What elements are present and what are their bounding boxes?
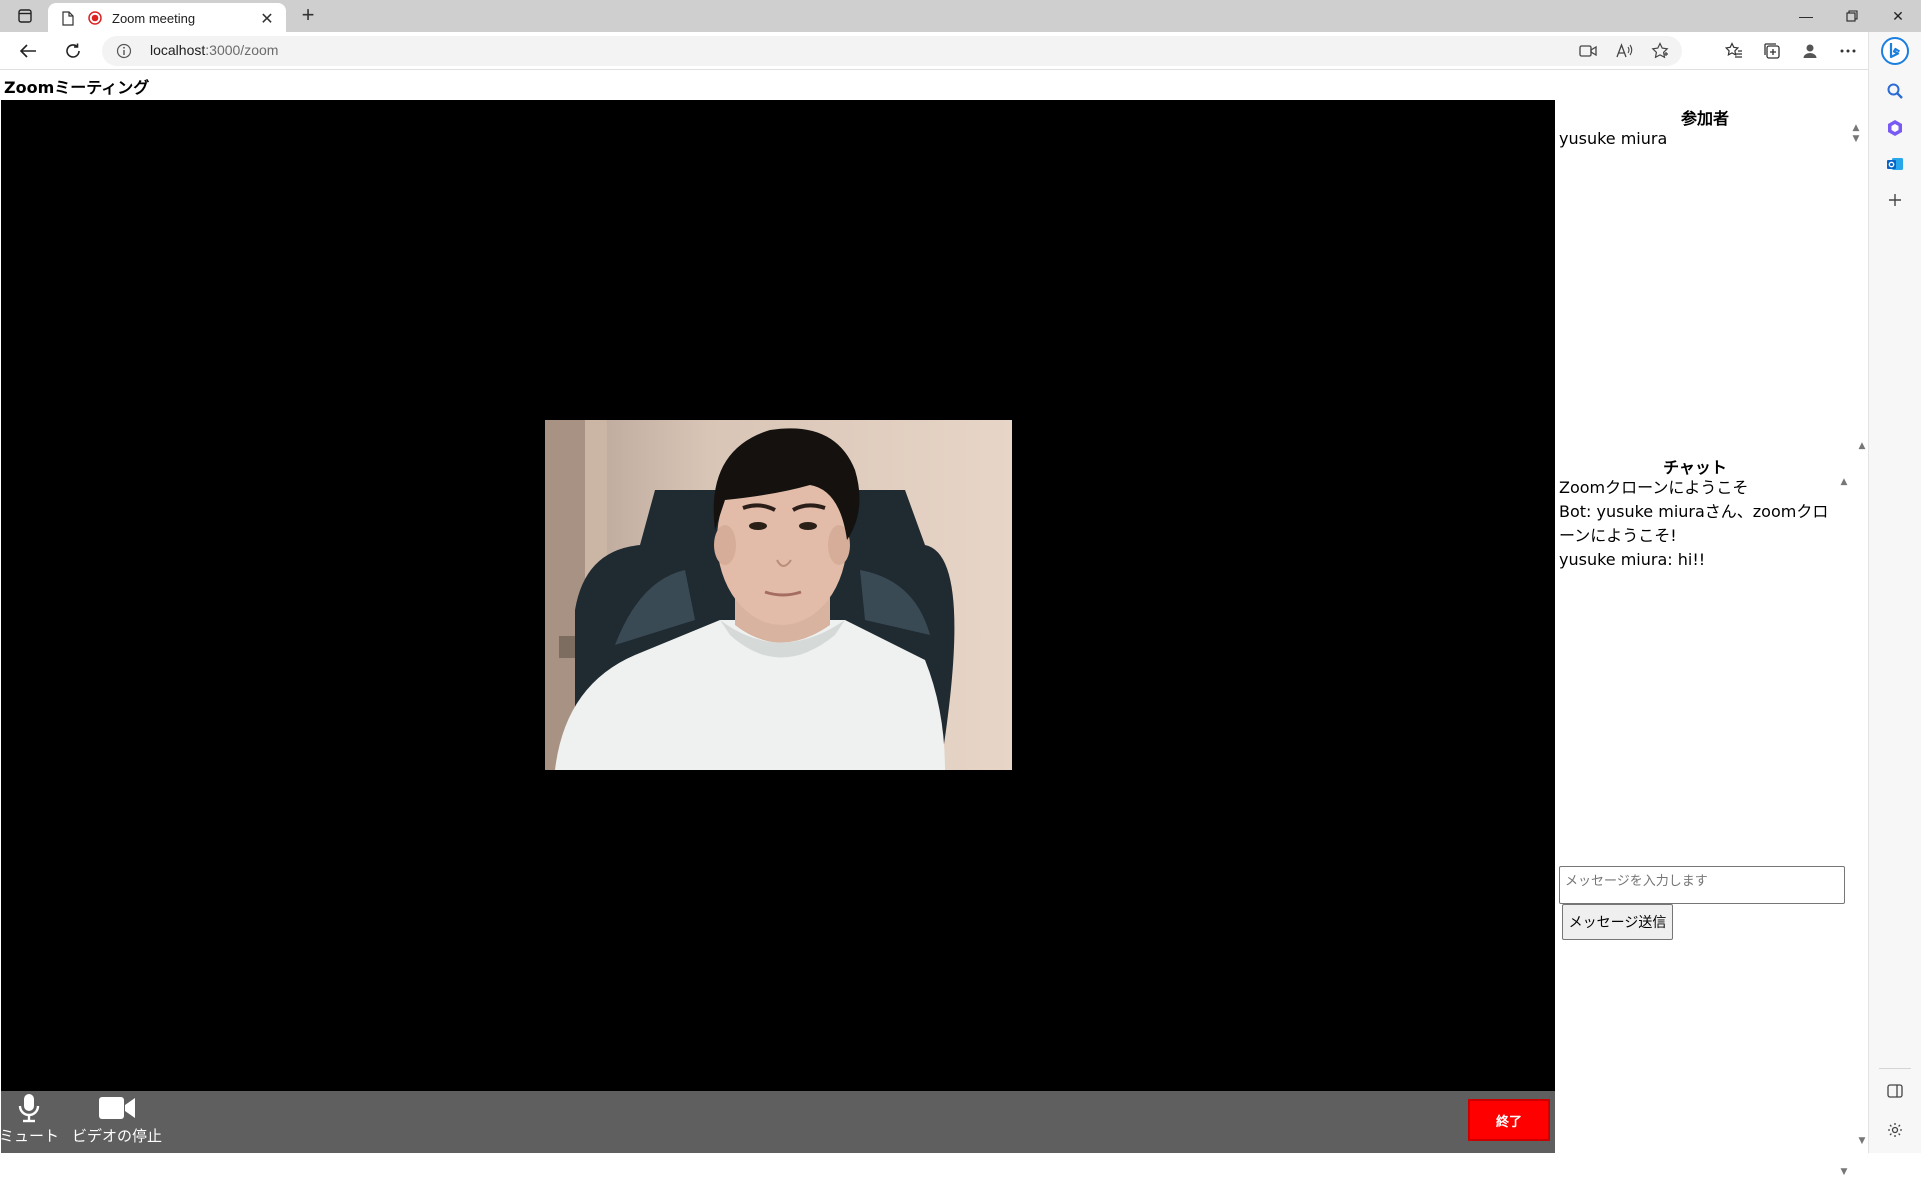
minimize-icon[interactable]: — bbox=[1783, 0, 1829, 32]
read-aloud-icon[interactable] bbox=[1614, 41, 1634, 61]
page-icon bbox=[58, 8, 78, 28]
bing-copilot-icon[interactable] bbox=[1880, 36, 1910, 66]
edge-sidebar bbox=[1868, 32, 1921, 1153]
browser-tab-bar: Zoom meeting ✕ + — ✕ bbox=[0, 0, 1921, 33]
sidebar-divider bbox=[1879, 1068, 1911, 1069]
favorites-icon[interactable] bbox=[1724, 41, 1744, 61]
chat-heading: チャット bbox=[1663, 458, 1727, 477]
mute-label: ミュート bbox=[0, 1127, 60, 1145]
profile-icon[interactable] bbox=[1800, 41, 1820, 61]
chat-message: yusuke miura: hi!! bbox=[1559, 550, 1706, 569]
chat-scroll-up-icon[interactable]: ▲ bbox=[1839, 477, 1849, 487]
video-camera-icon bbox=[97, 1093, 137, 1123]
recording-icon bbox=[88, 8, 102, 28]
participants-panel: 参加者 yusuke miura ▲ ▼ bbox=[1555, 100, 1859, 440]
tab-title: Zoom meeting bbox=[112, 10, 196, 26]
back-icon[interactable] bbox=[16, 39, 40, 63]
url-text: localhost:3000/zoom bbox=[150, 42, 278, 58]
add-sidebar-app-icon[interactable] bbox=[1883, 188, 1907, 212]
page-title: Zoomミーティング bbox=[4, 78, 150, 97]
collections-icon[interactable] bbox=[1762, 41, 1782, 61]
camera-in-use-icon[interactable] bbox=[1578, 41, 1598, 61]
new-tab-button[interactable]: + bbox=[296, 4, 320, 28]
close-window-icon[interactable]: ✕ bbox=[1875, 0, 1921, 32]
site-info-icon[interactable] bbox=[116, 43, 132, 59]
participants-heading: 参加者 bbox=[1680, 109, 1729, 128]
send-message-button[interactable]: メッセージ送信 bbox=[1562, 904, 1673, 940]
outlook-icon[interactable] bbox=[1883, 152, 1907, 176]
address-bar-icons bbox=[1578, 41, 1670, 61]
stop-video-label: ビデオの停止 bbox=[72, 1127, 163, 1145]
microphone-icon bbox=[15, 1093, 43, 1123]
page: Zoomミーティング ミュート ビデオの停止 終了 参加者 yusuke miu… bbox=[0, 70, 1868, 1177]
browser-toolbar: localhost:3000/zoom bbox=[0, 32, 1868, 70]
end-meeting-button[interactable]: 終了 bbox=[1468, 1099, 1550, 1141]
participant-video bbox=[545, 420, 1012, 770]
toolbar-right bbox=[1724, 32, 1868, 70]
chat-messages: Zoomクローンにようこそ Bot: yusuke miuraさん、zoomクロ… bbox=[1559, 476, 1841, 572]
add-favorite-icon[interactable] bbox=[1650, 41, 1670, 61]
stop-video-button[interactable]: ビデオの停止 bbox=[72, 1093, 163, 1146]
office-icon[interactable] bbox=[1883, 116, 1907, 140]
participant-video-frame bbox=[545, 420, 1012, 770]
url-host: localhost bbox=[150, 42, 206, 58]
chat-message: Zoomクローンにようこそ bbox=[1559, 478, 1749, 497]
participants-scroll-up-icon[interactable]: ▲ bbox=[1851, 123, 1861, 133]
window-controls: — ✕ bbox=[1783, 0, 1921, 32]
tab-actions-icon[interactable] bbox=[12, 6, 38, 26]
chat-message-input[interactable] bbox=[1559, 866, 1845, 904]
chat-panel: チャット Zoomクローンにようこそ Bot: yusuke miuraさん、z… bbox=[1555, 447, 1855, 1177]
participants-list: yusuke miura bbox=[1559, 129, 1667, 148]
restore-icon[interactable] bbox=[1829, 0, 1875, 32]
browser-tab[interactable]: Zoom meeting ✕ bbox=[48, 3, 286, 33]
reload-icon[interactable] bbox=[61, 39, 85, 63]
address-bar[interactable]: localhost:3000/zoom bbox=[102, 36, 1682, 66]
chat-scroll-down-icon[interactable]: ▼ bbox=[1839, 1167, 1849, 1177]
meeting-controls: ミュート ビデオの停止 終了 bbox=[0, 1091, 1555, 1153]
mute-button[interactable]: ミュート bbox=[0, 1093, 60, 1146]
close-tab-icon[interactable]: ✕ bbox=[258, 9, 276, 28]
side-panel: 参加者 yusuke miura ▲ ▼ ▲ チャット Zoomクローンにようこ… bbox=[1555, 100, 1868, 1177]
more-options-icon[interactable] bbox=[1838, 41, 1858, 61]
url-path: :3000/zoom bbox=[205, 42, 279, 58]
participants-scroll-down-icon[interactable]: ▼ bbox=[1851, 134, 1861, 144]
sidebar-scroll-down-icon[interactable]: ▼ bbox=[1857, 1136, 1867, 1146]
sidebar-settings-icon[interactable] bbox=[1883, 1118, 1907, 1142]
hide-sidebar-icon[interactable] bbox=[1883, 1079, 1907, 1103]
sidebar-scroll-up-icon[interactable]: ▲ bbox=[1857, 441, 1867, 451]
video-grid bbox=[1, 100, 1555, 1091]
chat-message: Bot: yusuke miuraさん、zoomクローンにようこそ! bbox=[1559, 502, 1829, 545]
search-icon[interactable] bbox=[1883, 79, 1907, 103]
participant-item: yusuke miura bbox=[1559, 129, 1668, 148]
